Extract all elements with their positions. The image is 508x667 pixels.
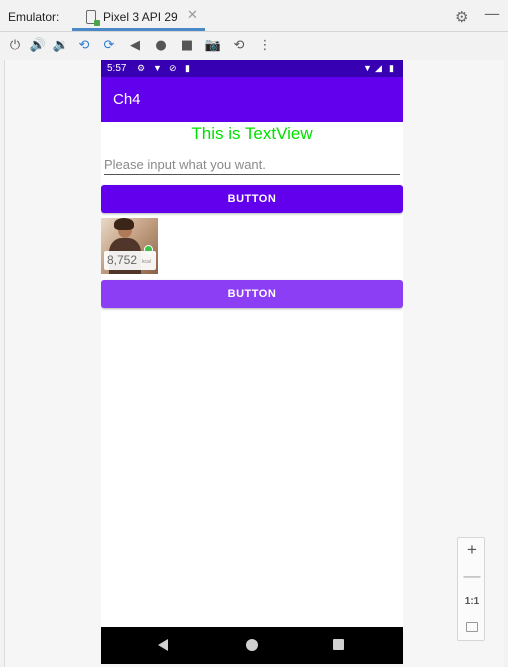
overview-icon[interactable]: ■ (177, 36, 197, 56)
nav-back-icon[interactable] (158, 639, 168, 651)
emulator-header: Emulator: Pixel 3 API 29 ✕ ⚙ — (0, 0, 508, 32)
zoom-controls: + — 1:1 (457, 537, 485, 641)
overlay-card: 8,752 kcal (104, 251, 156, 270)
tab-device-label: Pixel 3 API 29 (103, 10, 178, 24)
snapshot-icon[interactable]: ⟲ (229, 36, 249, 56)
more-icon[interactable]: ⋮ (255, 36, 275, 56)
button-secondary[interactable]: BUTTON (101, 280, 403, 308)
tab-device[interactable]: Pixel 3 API 29 ✕ (72, 4, 205, 31)
close-tab-icon[interactable]: ✕ (187, 8, 198, 23)
volume-down-icon[interactable]: 🔉 (51, 36, 71, 56)
battery-icon: ▮ (389, 63, 394, 73)
status-bar: 5:57 ⚙ ▼ ⊘ ▮ ▼ ◢ ▮ (101, 60, 403, 77)
wifi-signal-icon: ▼ (363, 63, 372, 73)
button-primary[interactable]: BUTTON (101, 185, 403, 213)
app-bar: Ch4 (101, 77, 403, 122)
phone-screen: 5:57 ⚙ ▼ ⊘ ▮ ▼ ◢ ▮ Ch4 This is TextView … (101, 60, 403, 664)
person-hair (114, 218, 134, 230)
minimize-icon[interactable]: — (484, 4, 500, 23)
rotate-right-icon[interactable]: ⟳ (99, 36, 119, 56)
nav-bar (101, 627, 403, 664)
edit-text-field[interactable] (104, 154, 400, 175)
zoom-in-button[interactable]: + (458, 540, 486, 560)
emulator-label: Emulator: (8, 10, 60, 24)
home-icon[interactable]: ● (151, 36, 171, 56)
cell-signal-icon: ◢ (375, 63, 382, 73)
actual-size-button[interactable]: 1:1 (458, 596, 486, 607)
power-icon[interactable]: ⏻ (5, 36, 25, 56)
rotate-left-icon[interactable]: ⟲ (74, 36, 94, 56)
status-time: 5:57 (107, 63, 127, 74)
wifi-status-icon: ▼ (153, 63, 162, 73)
fit-screen-icon[interactable] (466, 622, 478, 632)
screenshot-icon[interactable]: 📷 (203, 36, 223, 56)
overlay-number: 8,752 (107, 253, 138, 267)
sd-card-icon: ▮ (185, 63, 190, 73)
volume-up-icon[interactable]: 🔊 (28, 36, 48, 56)
data-saver-icon: ⊘ (169, 63, 177, 73)
gear-icon[interactable]: ⚙ (455, 8, 468, 26)
settings-status-icon: ⚙ (137, 63, 146, 73)
nav-recent-icon[interactable] (333, 639, 344, 650)
text-view: This is TextView (191, 124, 313, 143)
image-view[interactable]: 8,752 kcal (101, 218, 158, 274)
device-icon (86, 10, 100, 26)
edit-text-input[interactable] (104, 157, 400, 172)
zoom-out-button[interactable]: — (458, 566, 486, 586)
nav-home-icon[interactable] (246, 639, 258, 651)
app-title: Ch4 (113, 91, 141, 108)
emulator-toolbar: ⏻ 🔊 🔉 ⟲ ⟳ ◀ ● ■ 📷 ⟲ ⋮ (0, 33, 508, 59)
back-icon[interactable]: ◀ (125, 36, 145, 56)
overlay-unit: kcal (142, 259, 151, 265)
